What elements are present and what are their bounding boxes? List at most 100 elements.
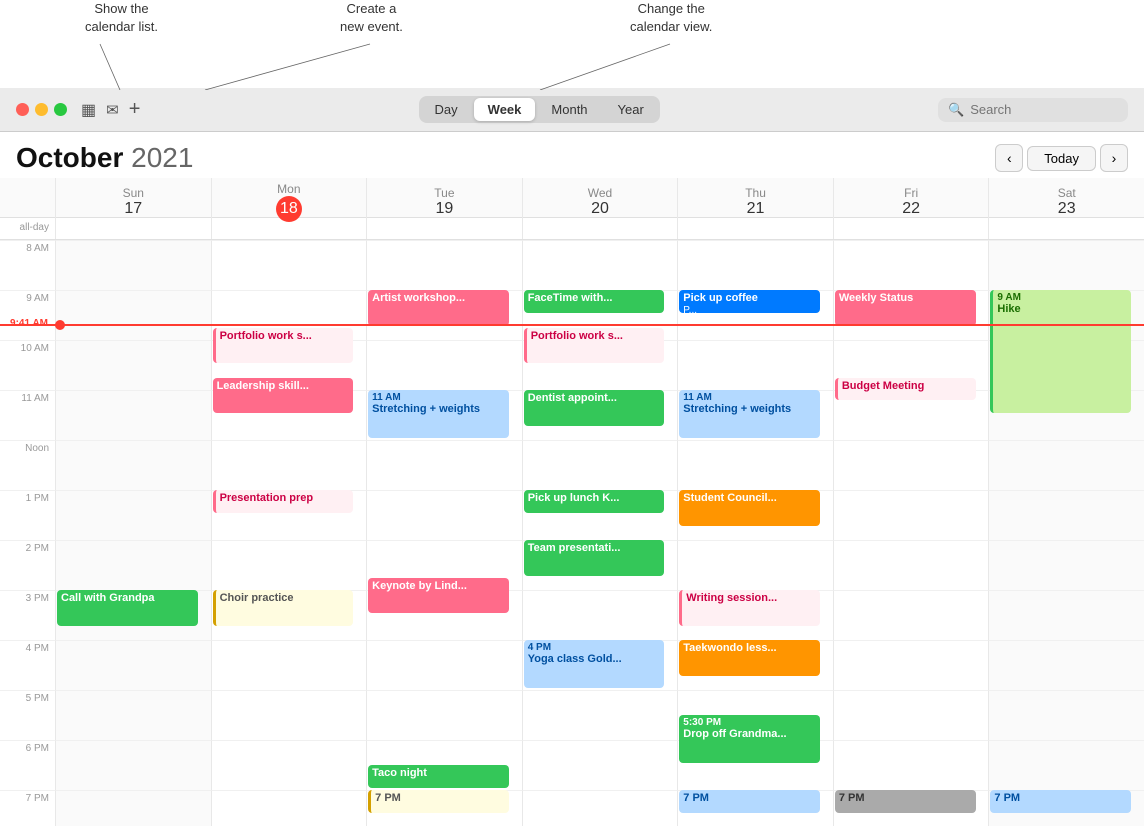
inbox-icon[interactable]: ✉ [106, 101, 119, 119]
allday-cell-3 [522, 218, 678, 239]
event-e28[interactable]: 7 PM [990, 790, 1131, 813]
event-e13[interactable]: Presentation prep [213, 490, 354, 513]
time-cell-6-1 [211, 540, 367, 590]
close-button[interactable] [16, 103, 29, 116]
time-cell-5-0 [55, 490, 211, 540]
prev-button[interactable]: ‹ [995, 144, 1023, 172]
event-e22[interactable]: Taekwondo less... [679, 640, 820, 676]
time-label-9: 5 PM [0, 690, 55, 740]
event-e14[interactable]: Pick up lunch K... [524, 490, 665, 513]
event-e19[interactable]: Writing session... [679, 590, 820, 626]
time-cell-9-6 [988, 690, 1144, 740]
fullscreen-button[interactable] [54, 103, 67, 116]
allday-cell-0 [55, 218, 211, 239]
time-cell-3-0 [55, 390, 211, 440]
time-cell-9-0 [55, 690, 211, 740]
view-tabs: Day Week Month Year [419, 96, 660, 123]
time-cell-1-0 [55, 290, 211, 340]
time-label-4: Noon [0, 440, 55, 490]
event-e12[interactable]: 11 AMStretching + weights [679, 390, 820, 438]
time-label-0: 8 AM [0, 240, 55, 290]
time-cell-0-0 [55, 240, 211, 290]
time-cell-8-1 [211, 640, 367, 690]
time-cell-0-5 [833, 240, 989, 290]
time-cell-8-5 [833, 640, 989, 690]
event-e16[interactable]: Team presentati... [524, 540, 665, 576]
tab-week[interactable]: Week [474, 98, 536, 121]
time-cell-11-0 [55, 790, 211, 826]
time-label-1: 9 AM [0, 290, 55, 340]
time-cell-9-5 [833, 690, 989, 740]
minimize-button[interactable] [35, 103, 48, 116]
event-e9[interactable]: Leadership skill... [213, 378, 354, 414]
event-e7[interactable]: Portfolio work s... [524, 328, 665, 364]
event-e21[interactable]: 4 PMYoga class Gold... [524, 640, 665, 688]
time-label-3: 11 AM [0, 390, 55, 440]
time-cell-7-3 [522, 590, 678, 640]
time-cell-4-3 [522, 440, 678, 490]
event-e8[interactable]: Budget Meeting [835, 378, 976, 401]
event-e11[interactable]: Dentist appoint... [524, 390, 665, 426]
current-time-label: 9:41 AM [0, 318, 52, 329]
time-cell-2-4 [677, 340, 833, 390]
event-e20[interactable]: Call with Grandpa [57, 590, 198, 626]
event-e17[interactable]: Keynote by Lind... [368, 578, 509, 614]
time-cell-0-2 [366, 240, 522, 290]
time-cell-10-1 [211, 740, 367, 790]
event-e4[interactable]: Weekly Status [835, 290, 976, 326]
event-e5[interactable]: 9 AMHike [990, 290, 1131, 413]
add-event-button[interactable]: + [129, 98, 141, 121]
tab-year[interactable]: Year [604, 98, 658, 121]
event-e1[interactable]: Artist workshop... [368, 290, 509, 326]
time-cell-2-2 [366, 340, 522, 390]
time-cell-4-1 [211, 440, 367, 490]
time-cell-2-0 [55, 340, 211, 390]
calendar-list-icon[interactable]: ▦ [81, 100, 96, 120]
time-cell-6-0 [55, 540, 211, 590]
event-e10[interactable]: 11 AMStretching + weights [368, 390, 509, 438]
allday-label: all-day [0, 218, 55, 239]
day-headers-row: Sun 17Mon 18Tue 19Wed 20Thu 21Fri 22Sat … [0, 178, 1144, 218]
time-label-5: 1 PM [0, 490, 55, 540]
search-input[interactable] [970, 102, 1118, 117]
time-cell-4-2 [366, 440, 522, 490]
event-e15[interactable]: Student Council... [679, 490, 820, 526]
event-e6[interactable]: Portfolio work s... [213, 328, 354, 364]
time-cell-11-3 [522, 790, 678, 826]
event-e25[interactable]: 7 PM [368, 790, 509, 813]
allday-cell-4 [677, 218, 833, 239]
time-cell-6-4 [677, 540, 833, 590]
event-e3[interactable]: Pick up coffeeP... [679, 290, 820, 313]
time-cell-8-2 [366, 640, 522, 690]
time-cell-5-5 [833, 490, 989, 540]
today-button[interactable]: Today [1027, 146, 1096, 171]
allday-row: all-day [0, 218, 1144, 240]
time-cell-10-0 [55, 740, 211, 790]
time-cell-10-6 [988, 740, 1144, 790]
time-cell-10-5 [833, 740, 989, 790]
event-e27[interactable]: 7 PM [835, 790, 976, 813]
time-cell-7-5 [833, 590, 989, 640]
event-e24[interactable]: 5:30 PMDrop off Grandma... [679, 715, 820, 763]
time-cell-9-1 [211, 690, 367, 740]
time-cell-0-3 [522, 240, 678, 290]
time-cell-10-3 [522, 740, 678, 790]
time-cell-4-4 [677, 440, 833, 490]
event-e18[interactable]: Choir practice [213, 590, 354, 626]
event-e23[interactable]: Taco night [368, 765, 509, 788]
time-grid[interactable]: 8 AM9 AM10 AM11 AMNoon1 PM2 PM3 PM4 PM5 … [0, 240, 1144, 826]
next-button[interactable]: › [1100, 144, 1128, 172]
time-cell-11-1 [211, 790, 367, 826]
time-cell-6-6 [988, 540, 1144, 590]
time-cell-9-2 [366, 690, 522, 740]
event-e26[interactable]: 7 PM [679, 790, 820, 813]
time-label-11: 7 PM [0, 790, 55, 826]
event-e2[interactable]: FaceTime with... [524, 290, 665, 313]
search-icon: 🔍 [948, 102, 964, 118]
time-cell-9-3 [522, 690, 678, 740]
tab-day[interactable]: Day [421, 98, 472, 121]
tab-month[interactable]: Month [537, 98, 601, 121]
month-year-title: October 2021 [16, 142, 193, 174]
allday-cell-1 [211, 218, 367, 239]
nav-buttons: ‹ Today › [995, 144, 1128, 172]
